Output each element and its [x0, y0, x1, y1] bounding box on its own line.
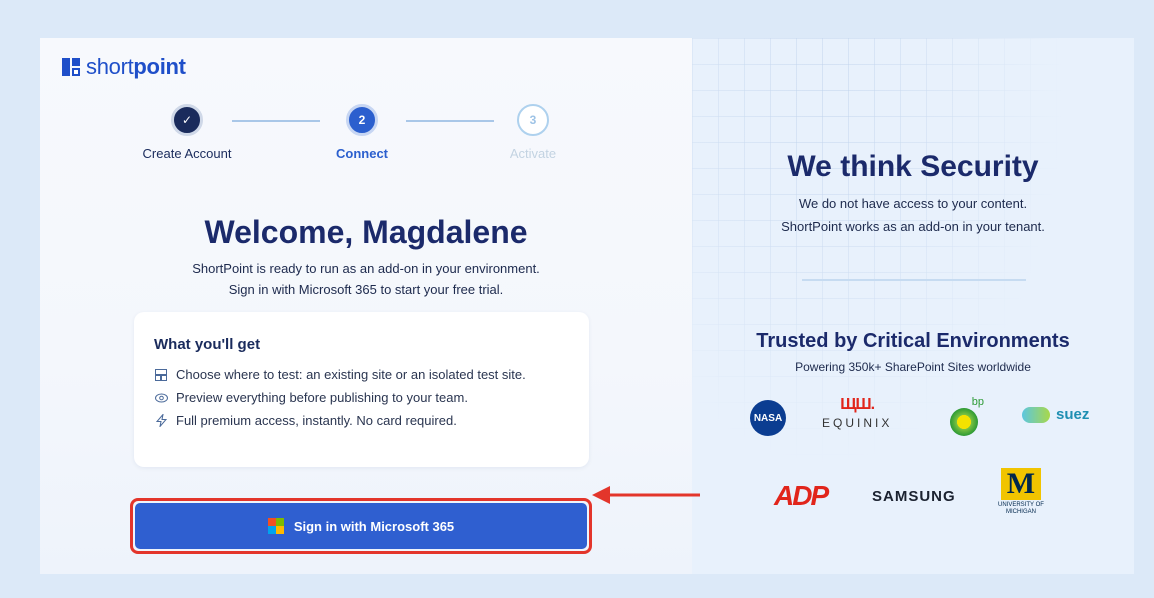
pointer-arrow-icon [592, 486, 700, 504]
page-title: Welcome, Magdalene [204, 214, 528, 250]
adp-logo: ADP [774, 480, 829, 511]
shortpoint-logo-icon [62, 58, 80, 76]
check-icon: ✓ [171, 104, 203, 136]
umich-wordmark: UNIVERSITY OF MICHIGAN [998, 502, 1044, 515]
benefits-title: What you'll get [154, 336, 261, 353]
security-line: We do not have access to your content. [798, 196, 1028, 211]
microsoft-icon [267, 518, 284, 534]
bp-logo: bp [944, 394, 984, 438]
step-number: 3 [517, 104, 549, 136]
equinix-mark-icon: ЩШ. [840, 396, 875, 413]
logo-text-bold: point [133, 54, 186, 79]
equinix-wordmark: EQUINIX [822, 416, 893, 430]
logo-text-light: short [86, 54, 134, 79]
subtitle-line: Sign in with Microsoft 365 to start your… [228, 282, 504, 297]
bp-wordmark: bp [971, 396, 984, 408]
signin-microsoft-button[interactable]: Sign in with Microsoft 365 [135, 503, 587, 549]
divider [802, 279, 1026, 281]
eye-icon [154, 391, 168, 405]
trust-subtitle: Powering 350k+ SharePoint Sites worldwid… [795, 360, 1031, 374]
equinix-logo: ЩШ. EQUINIX [822, 396, 892, 430]
samsung-logo: SAMSUNG [872, 488, 956, 505]
step-activate: 3 Activate [473, 104, 593, 161]
benefit-item: Choose where to test: an existing site o… [154, 367, 569, 382]
suez-wordmark: suez [1056, 406, 1090, 423]
step-label: Create Account [142, 146, 232, 161]
subtitle-line: ShortPoint is ready to run as an add-on … [192, 261, 540, 276]
umich-block-m-icon: M [1000, 467, 1041, 500]
progress-stepper: ✓ Create Account 2 Connect 3 Activate [130, 104, 580, 164]
signup-frame: short point ✓ Create Account 2 Connect 3 … [40, 38, 1134, 574]
benefit-item: Preview everything before publishing to … [154, 390, 569, 405]
benefit-text: Full premium access, instantly. No card … [176, 413, 457, 428]
umich-logo: M UNIVERSITY OF MICHIGAN [998, 467, 1044, 515]
security-title: We think Security [787, 150, 1039, 183]
step-create-account: ✓ Create Account [127, 104, 247, 161]
benefit-text: Preview everything before publishing to … [176, 390, 468, 405]
trust-title: Trusted by Critical Environments [756, 330, 1070, 352]
shortpoint-logo: short point [62, 54, 186, 80]
layout-icon [154, 368, 168, 382]
security-line: ShortPoint works as an add-on in your te… [781, 219, 1045, 234]
step-label: Connect [336, 146, 388, 161]
benefits-card: What you'll get Choose where to test: an… [134, 312, 589, 467]
benefit-item: Full premium access, instantly. No card … [154, 413, 569, 428]
suez-mark-icon [1022, 406, 1050, 423]
nasa-logo: NASA [750, 400, 786, 436]
step-number: 2 [346, 104, 378, 136]
signin-label: Sign in with Microsoft 365 [293, 518, 455, 534]
step-connect: 2 Connect [302, 104, 422, 161]
step-label: Activate [509, 146, 557, 161]
customer-logos: NASA ЩШ. EQUINIX bp suez ADP SAMSUNG M U… [692, 390, 1134, 574]
bp-helios-icon [950, 408, 978, 436]
suez-logo: suez [1022, 406, 1089, 423]
lightning-icon [154, 414, 168, 428]
right-panel: We think Security We do not have access … [692, 38, 1134, 574]
benefit-text: Choose where to test: an existing site o… [176, 367, 526, 382]
